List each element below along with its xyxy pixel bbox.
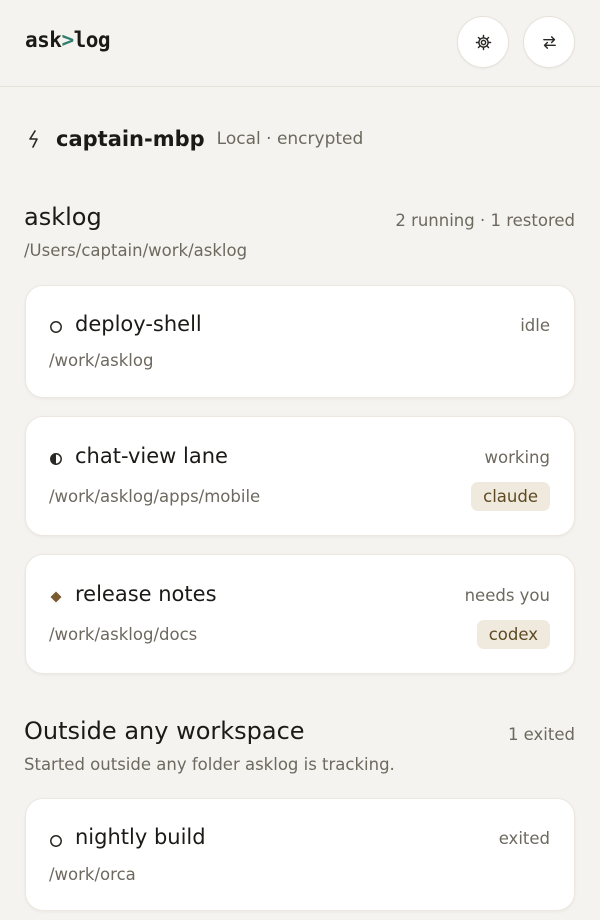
settings-button[interactable] bbox=[457, 16, 509, 68]
app-header: ask>log bbox=[0, 0, 600, 87]
outside-subtitle: Started outside any folder asklog is tra… bbox=[24, 755, 395, 774]
host-row[interactable]: captain-mbp Local · encrypted bbox=[24, 122, 363, 156]
session-state: idle bbox=[520, 316, 550, 335]
session-path: /work/asklog/docs bbox=[49, 625, 198, 644]
session-path: /work/asklog/apps/mobile bbox=[49, 487, 261, 506]
session-name: release notes bbox=[75, 582, 217, 606]
host-meta: Local · encrypted bbox=[216, 129, 364, 149]
app-logo: ask>log bbox=[25, 28, 111, 52]
lightning-icon bbox=[28, 129, 44, 149]
half-circle-icon bbox=[50, 453, 62, 465]
logo-suffix: log bbox=[73, 28, 111, 52]
session-state: needs you bbox=[464, 586, 550, 605]
workspace-path: /Users/captain/work/asklog bbox=[24, 241, 248, 260]
workspace-status: 2 running · 1 restored bbox=[395, 211, 575, 230]
session-card[interactable]: deploy-shell idle /work/asklog bbox=[25, 285, 575, 398]
logo-symbol: > bbox=[61, 28, 74, 52]
swap-arrows-icon bbox=[542, 35, 556, 49]
session-path: /work/asklog bbox=[49, 351, 154, 370]
host-name: captain-mbp bbox=[56, 127, 205, 151]
empty-circle-icon bbox=[50, 321, 62, 333]
empty-circle-icon bbox=[50, 835, 62, 847]
workspace-title: asklog bbox=[24, 203, 102, 231]
outside-status: 1 exited bbox=[507, 725, 575, 744]
outside-title: Outside any workspace bbox=[24, 717, 305, 745]
session-name: nightly build bbox=[75, 825, 206, 849]
gear-icon bbox=[475, 34, 491, 50]
session-name: deploy-shell bbox=[75, 312, 202, 336]
session-state: exited bbox=[498, 829, 550, 848]
session-card[interactable]: nightly build exited /work/orca bbox=[25, 798, 575, 911]
session-path: /work/orca bbox=[49, 865, 136, 884]
logo-prefix: ask bbox=[25, 28, 62, 52]
agent-badge: claude bbox=[471, 482, 550, 511]
agent-badge: codex bbox=[476, 620, 550, 649]
session-card[interactable]: release notes needs you /work/asklog/doc… bbox=[25, 554, 575, 674]
session-state: working bbox=[484, 448, 550, 467]
session-name: chat-view lane bbox=[75, 444, 228, 468]
session-card[interactable]: chat-view lane working /work/asklog/apps… bbox=[25, 416, 575, 536]
switch-host-button[interactable] bbox=[523, 16, 575, 68]
diamond-icon bbox=[50, 591, 62, 603]
